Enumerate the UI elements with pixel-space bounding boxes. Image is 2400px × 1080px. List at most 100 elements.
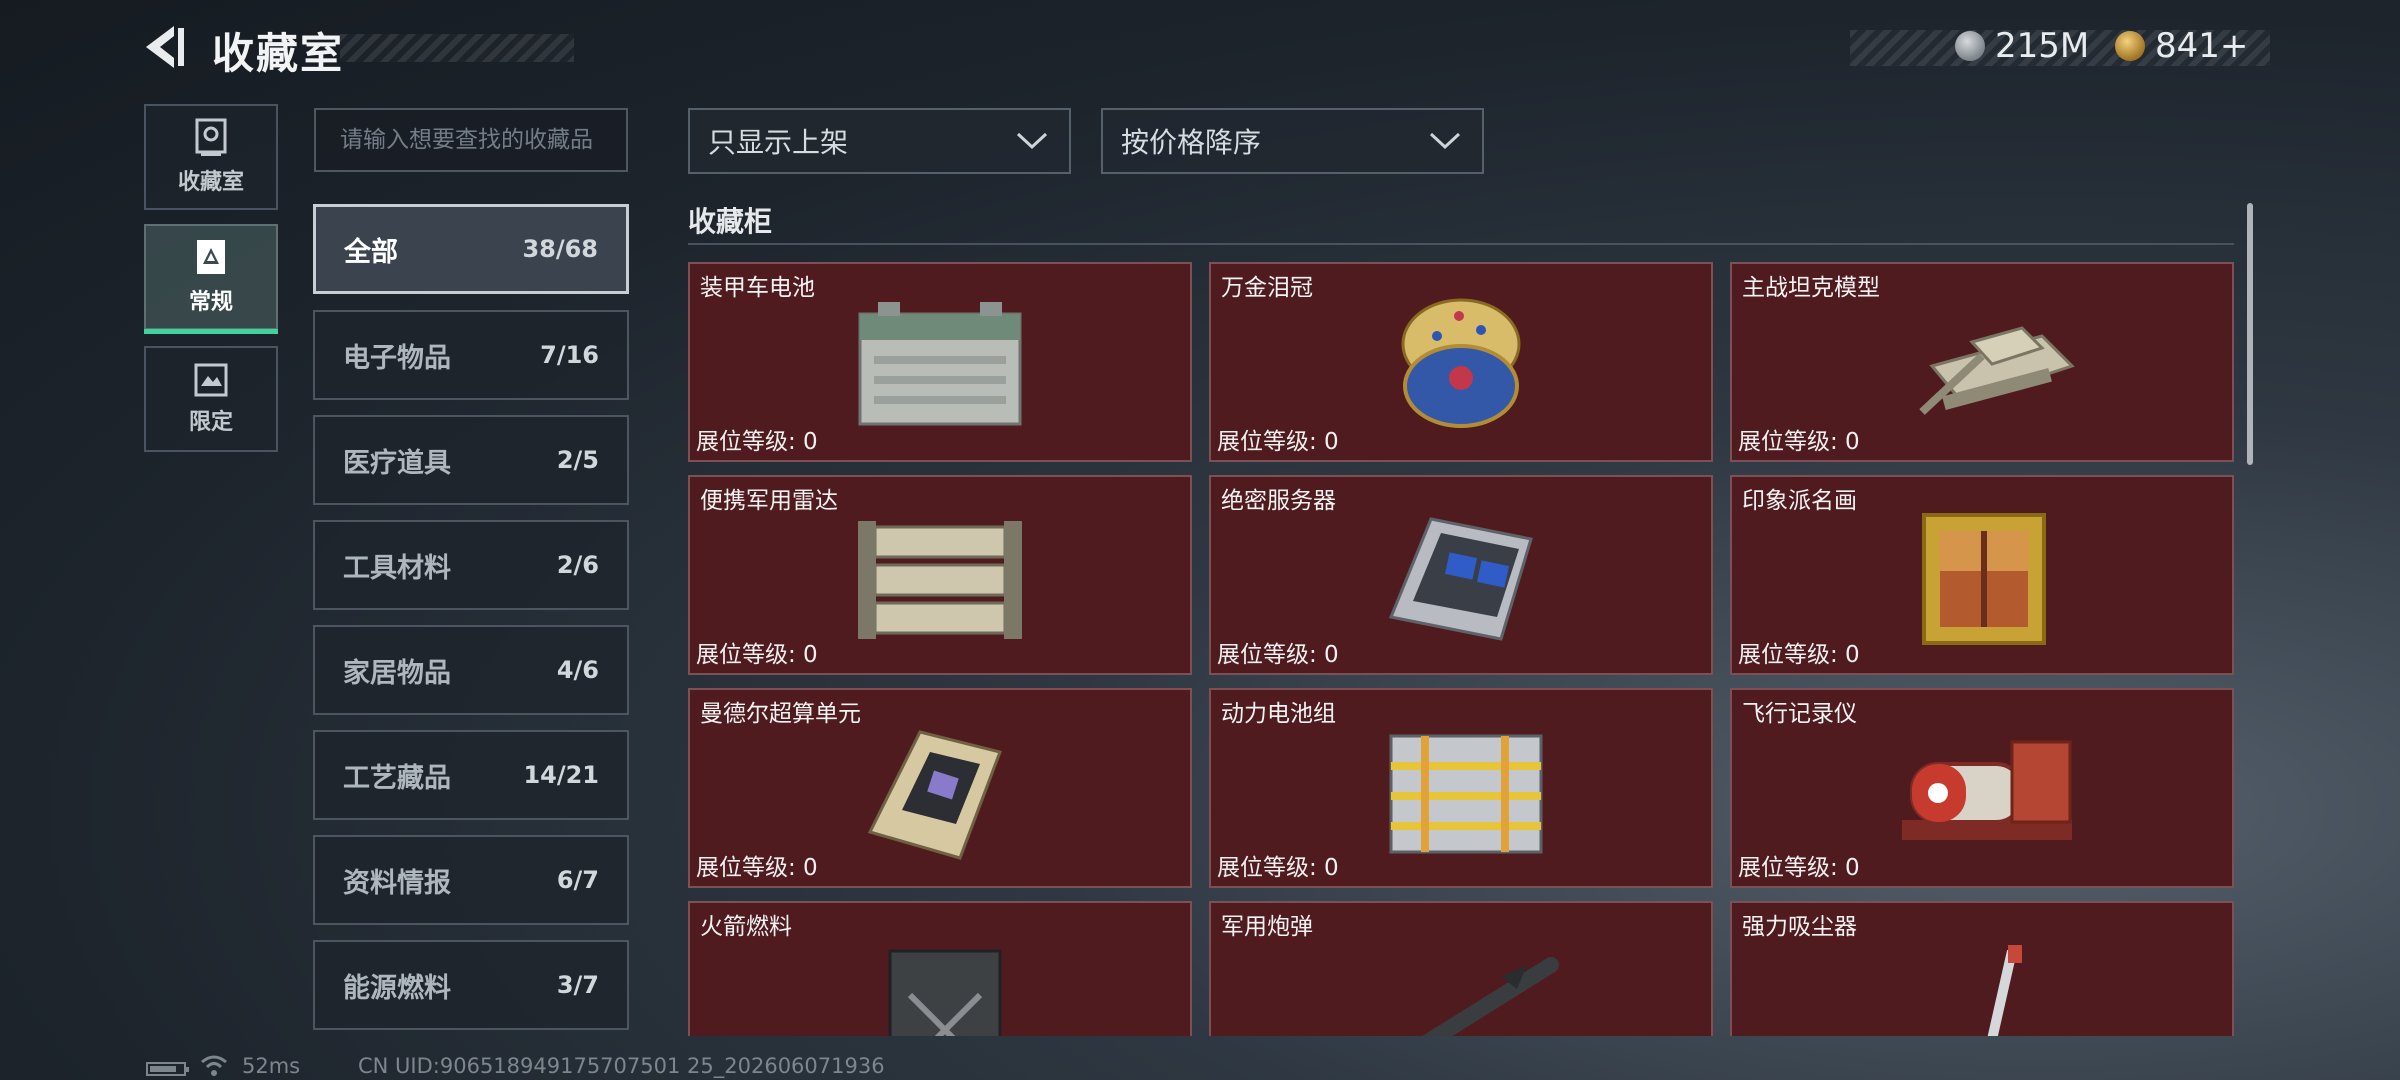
page-title: 收藏室 xyxy=(212,29,345,78)
currency-silver-value: 215M xyxy=(1995,26,2090,66)
silver-coin-icon xyxy=(1955,31,1985,61)
item-level: 展位等级: 0 xyxy=(1217,429,1339,455)
search-input[interactable] xyxy=(338,126,622,154)
regular-icon xyxy=(197,240,225,274)
collection-card[interactable]: 火箭燃料 xyxy=(688,901,1192,1036)
category-name: 医疗道具 xyxy=(343,447,451,479)
item-level: 展位等级: 0 xyxy=(1217,642,1339,668)
tab-regular[interactable]: 常规 xyxy=(144,224,278,334)
item-level: 展位等级: 0 xyxy=(696,642,818,668)
item-name: 印象派名画 xyxy=(1742,488,1857,514)
item-name: 火箭燃料 xyxy=(700,914,792,940)
tab-limited[interactable]: 限定 xyxy=(144,346,278,452)
item-name: 万金泪冠 xyxy=(1221,275,1313,301)
item-name: 飞行记录仪 xyxy=(1742,701,1857,727)
collection-card[interactable]: 动力电池组 展位等级: 0 xyxy=(1209,688,1713,888)
item-name: 便携军用雷达 xyxy=(700,488,838,514)
server-icon xyxy=(1388,517,1533,641)
collection-card[interactable]: 主战坦克模型 展位等级: 0 xyxy=(1730,262,2234,462)
collection-card[interactable]: 印象派名画 展位等级: 0 xyxy=(1730,475,2234,675)
battery-pack-icon xyxy=(1389,734,1543,854)
category-electronics[interactable]: 电子物品 7/16 xyxy=(313,310,629,400)
chevron-down-icon xyxy=(1016,132,1048,150)
section-divider xyxy=(688,243,2234,245)
item-level: 展位等级: 0 xyxy=(1738,855,1860,881)
jeweled-egg-icon xyxy=(1401,298,1521,428)
collection-card[interactable]: 装甲车电池 展位等级: 0 xyxy=(688,262,1192,462)
item-name: 装甲车电池 xyxy=(700,275,815,301)
tab-collection-room[interactable]: 收藏室 xyxy=(144,104,278,210)
category-medical[interactable]: 医疗道具 2/5 xyxy=(313,415,629,505)
section-title: 收藏柜 xyxy=(688,205,773,238)
computing-unit-icon xyxy=(867,730,1002,860)
item-level: 展位等级: 0 xyxy=(696,855,818,881)
category-name: 能源燃料 xyxy=(343,972,451,1004)
collection-grid[interactable]: 装甲车电池 展位等级: 0 万金泪冠 展位等级: 0 主战坦克模型 展位等级: … xyxy=(688,258,2234,1036)
shell-icon xyxy=(1422,957,1559,1036)
category-tools[interactable]: 工具材料 2/6 xyxy=(313,520,629,610)
tab-regular-label: 常规 xyxy=(188,290,233,315)
category-count: 4/6 xyxy=(556,656,599,684)
ping-value: 52ms xyxy=(242,1054,301,1078)
item-name: 绝密服务器 xyxy=(1221,488,1336,514)
tab-collection-room-label: 收藏室 xyxy=(177,170,244,195)
category-name: 家居物品 xyxy=(343,657,451,689)
display-filter-dropdown[interactable]: 只显示上架 xyxy=(688,108,1071,174)
currency-gold[interactable]: 841+ xyxy=(2115,26,2248,66)
item-level: 展位等级: 0 xyxy=(1738,429,1860,455)
collection-card[interactable]: 强力吸尘器 xyxy=(1730,901,2234,1036)
search-box[interactable] xyxy=(314,108,628,172)
painting-icon xyxy=(1922,513,2046,645)
category-name: 电子物品 xyxy=(343,342,451,374)
category-household[interactable]: 家居物品 4/6 xyxy=(313,625,629,715)
category-count: 14/21 xyxy=(523,761,599,789)
category-count: 6/7 xyxy=(556,866,599,894)
tank-model-icon xyxy=(1919,326,2075,415)
collection-room-icon xyxy=(195,118,227,156)
category-all[interactable]: 全部 38/68 xyxy=(313,204,629,294)
uid-text: CN UID:906518949175707501 25_20260607193… xyxy=(358,1054,885,1078)
currency-silver: 215M xyxy=(1955,26,2089,66)
limited-icon xyxy=(194,363,228,397)
item-name: 强力吸尘器 xyxy=(1742,914,1857,940)
scrollbar[interactable] xyxy=(2247,203,2253,465)
battery-icon xyxy=(146,1062,189,1076)
sort-dropdown[interactable]: 按价格降序 xyxy=(1101,108,1484,174)
item-level: 展位等级: 0 xyxy=(1217,855,1339,881)
title-stripe-decoration xyxy=(340,34,574,62)
wifi-icon xyxy=(201,1055,227,1076)
collection-card[interactable]: 万金泪冠 展位等级: 0 xyxy=(1209,262,1713,462)
category-count: 2/6 xyxy=(556,551,599,579)
category-crafts[interactable]: 工艺藏品 14/21 xyxy=(313,730,629,820)
category-name: 资料情报 xyxy=(343,867,451,899)
collection-card[interactable]: 绝密服务器 展位等级: 0 xyxy=(1209,475,1713,675)
gold-coin-icon xyxy=(2115,31,2145,61)
tab-limited-label: 限定 xyxy=(188,410,233,435)
category-name: 全部 xyxy=(344,236,398,268)
item-level: 展位等级: 0 xyxy=(1738,642,1860,668)
category-count: 3/7 xyxy=(556,971,599,999)
car-battery-icon xyxy=(858,302,1022,426)
collection-card[interactable]: 飞行记录仪 展位等级: 0 xyxy=(1730,688,2234,888)
item-name: 动力电池组 xyxy=(1221,701,1336,727)
back-button[interactable] xyxy=(140,22,190,72)
fuel-can-icon xyxy=(888,949,1002,1036)
sort-value: 按价格降序 xyxy=(1121,126,1262,159)
collection-card[interactable]: 曼德尔超算单元 展位等级: 0 xyxy=(688,688,1192,888)
category-energy[interactable]: 能源燃料 3/7 xyxy=(313,940,629,1030)
collection-card[interactable]: 军用炮弹 xyxy=(1209,901,1713,1036)
radar-icon xyxy=(858,521,1022,639)
back-arrow-icon xyxy=(146,26,184,68)
flight-recorder-icon xyxy=(1902,740,2072,840)
category-intel[interactable]: 资料情报 6/7 xyxy=(313,835,629,925)
item-level: 展位等级: 0 xyxy=(696,429,818,455)
category-name: 工具材料 xyxy=(343,552,451,584)
chevron-down-icon xyxy=(1429,132,1461,150)
display-filter-value: 只显示上架 xyxy=(708,126,849,159)
collection-card[interactable]: 便携军用雷达 展位等级: 0 xyxy=(688,475,1192,675)
category-count: 38/68 xyxy=(522,235,598,263)
category-name: 工艺藏品 xyxy=(343,762,451,794)
category-count: 2/5 xyxy=(556,446,599,474)
item-name: 军用炮弹 xyxy=(1221,914,1313,940)
vacuum-icon xyxy=(1987,945,2022,1036)
